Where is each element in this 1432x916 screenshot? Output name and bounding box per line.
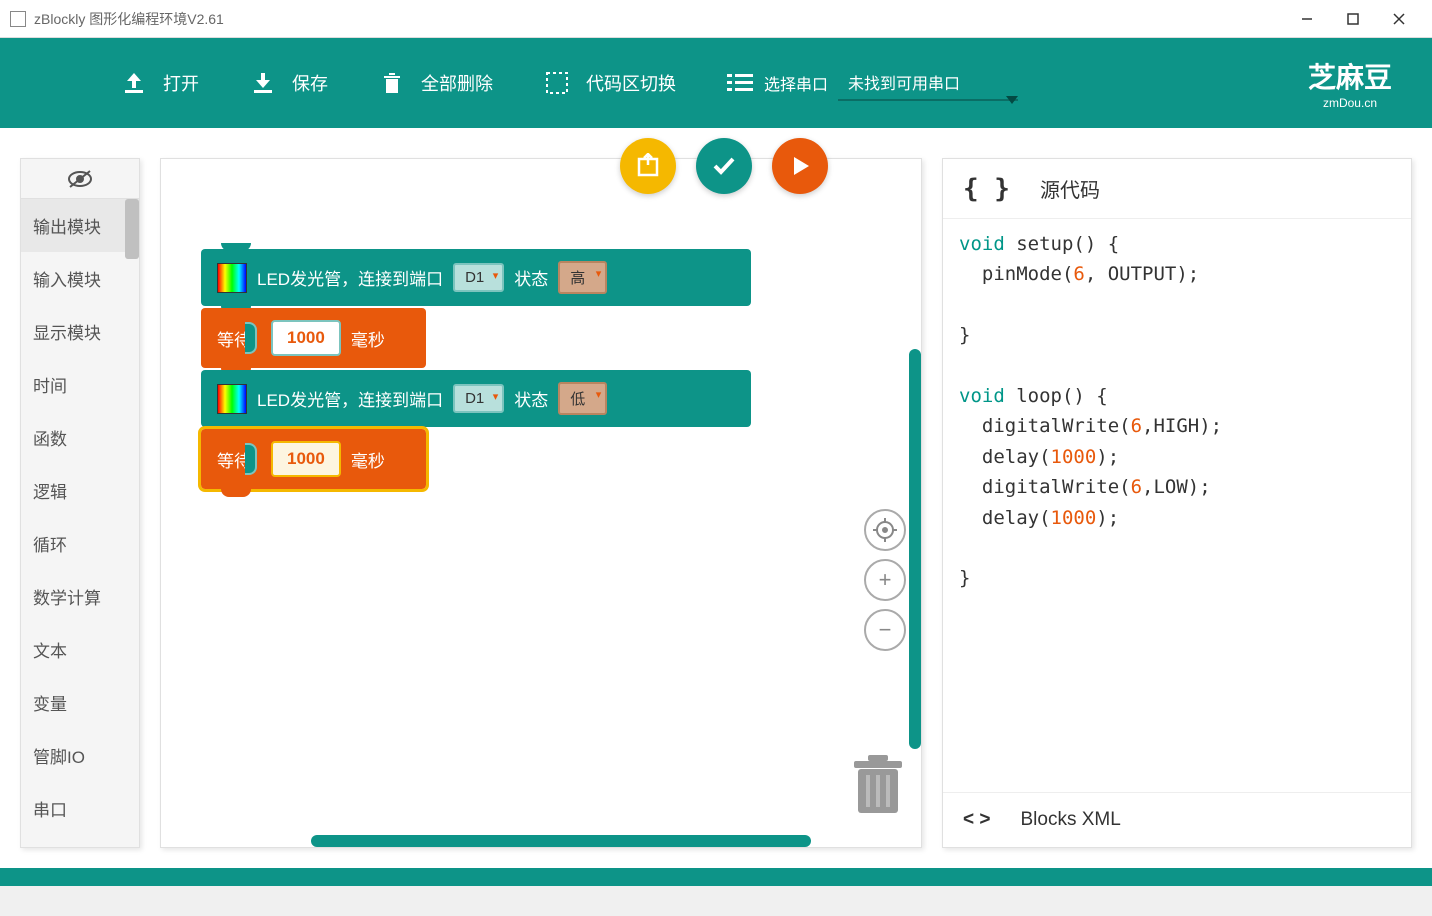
- logo: 芝麻豆 zmDou.cn: [1308, 56, 1392, 110]
- sidebar-item-time[interactable]: 时间: [21, 358, 139, 411]
- save-label: 保存: [292, 70, 328, 96]
- sidebar-item-display[interactable]: 显示模块: [21, 305, 139, 358]
- led-block-1[interactable]: LED发光管，连接到端口 D1 状态 高: [201, 249, 751, 306]
- open-label: 打开: [163, 70, 199, 96]
- port-status: 未找到可用串口: [848, 76, 960, 93]
- wait-block-2[interactable]: 等待 1000 毫秒: [201, 429, 426, 489]
- led-block-2[interactable]: LED发光管，连接到端口 D1 状态 低: [201, 370, 751, 427]
- wait-block-1[interactable]: 等待 1000 毫秒: [201, 308, 426, 368]
- logo-subtext: zmDou.cn: [1323, 96, 1377, 110]
- state-label: 状态: [514, 386, 548, 411]
- list-icon: [726, 69, 754, 97]
- action-buttons: [620, 138, 828, 194]
- led-icon: [217, 263, 247, 293]
- led-label: LED发光管，连接到端口: [257, 386, 443, 411]
- sidebar-list: 输出模块 输入模块 显示模块 时间 函数 逻辑 循环 数学计算 文本 变量 管脚…: [21, 199, 139, 847]
- toggle-code-button[interactable]: 代码区切换: [543, 69, 676, 97]
- wait-value-2[interactable]: 1000: [271, 441, 341, 477]
- angle-brackets-icon: < >: [963, 809, 990, 831]
- sidebar-item-serial[interactable]: 串口: [21, 782, 139, 835]
- sidebar-item-logic[interactable]: 逻辑: [21, 464, 139, 517]
- sidebar-item-loop[interactable]: 循环: [21, 517, 139, 570]
- sidebar-item-input[interactable]: 输入模块: [21, 252, 139, 305]
- led-label: LED发光管，连接到端口: [257, 265, 443, 290]
- upload-icon: [120, 69, 148, 97]
- save-button[interactable]: 保存: [249, 69, 328, 97]
- canvas-controls: + −: [864, 509, 906, 651]
- sidebar-item-variable[interactable]: 变量: [21, 676, 139, 729]
- port-selector[interactable]: 选择串口 未找到可用串口: [726, 65, 1018, 101]
- logo-text: 芝麻豆: [1308, 56, 1392, 96]
- app-icon: [10, 11, 26, 27]
- zoom-out-button[interactable]: −: [864, 609, 906, 651]
- blocks-xml-label: Blocks XML: [1020, 809, 1120, 831]
- eye-off-icon: [66, 169, 94, 189]
- toolbar: 打开 保存 全部删除 代码区切换 选择串口 未找到可用串口 芝麻豆 zmDou.…: [0, 38, 1432, 128]
- wait-unit: 毫秒: [351, 447, 385, 472]
- braces-icon: { }: [963, 174, 1010, 204]
- canvas-h-scrollbar[interactable]: [311, 835, 811, 847]
- sidebar-item-text[interactable]: 文本: [21, 623, 139, 676]
- category-sidebar: 输出模块 输入模块 显示模块 时间 函数 逻辑 循环 数学计算 文本 变量 管脚…: [20, 158, 140, 848]
- export-button[interactable]: [620, 138, 676, 194]
- state-dropdown-low[interactable]: 低: [558, 382, 607, 415]
- canvas-v-scrollbar[interactable]: [909, 349, 921, 749]
- visibility-toggle[interactable]: [21, 159, 139, 199]
- sidebar-item-pin-io[interactable]: 管脚IO: [21, 729, 139, 782]
- maximize-button[interactable]: [1330, 4, 1376, 34]
- block-canvas[interactable]: LED发光管，连接到端口 D1 状态 高 等待 1000 毫秒 LED发光管，连…: [160, 158, 922, 848]
- delete-all-label: 全部删除: [421, 70, 493, 96]
- port-dropdown-2[interactable]: D1: [453, 384, 504, 413]
- main-area: 输出模块 输入模块 显示模块 时间 函数 逻辑 循环 数学计算 文本 变量 管脚…: [0, 128, 1432, 868]
- minimize-button[interactable]: [1284, 4, 1330, 34]
- trash-can[interactable]: [850, 753, 906, 817]
- state-label: 状态: [514, 265, 548, 290]
- zoom-in-button[interactable]: +: [864, 559, 906, 601]
- code-body[interactable]: void setup() { pinMode(6, OUTPUT); } voi…: [943, 219, 1411, 792]
- download-icon: [249, 69, 277, 97]
- center-button[interactable]: [864, 509, 906, 551]
- code-panel: { } 源代码 void setup() { pinMode(6, OUTPUT…: [942, 158, 1412, 848]
- sidebar-item-math[interactable]: 数学计算: [21, 570, 139, 623]
- verify-button[interactable]: [696, 138, 752, 194]
- port-dropdown[interactable]: 未找到可用串口: [838, 65, 1018, 101]
- open-button[interactable]: 打开: [120, 69, 199, 97]
- window-title: zBlockly 图形化编程环境V2.61: [34, 9, 224, 29]
- delete-all-button[interactable]: 全部删除: [378, 69, 493, 97]
- close-button[interactable]: [1376, 4, 1422, 34]
- led-icon: [217, 384, 247, 414]
- toggle-icon: [543, 69, 571, 97]
- select-port-label: 选择串口: [764, 71, 828, 95]
- sidebar-item-function[interactable]: 函数: [21, 411, 139, 464]
- blocks-workspace: LED发光管，连接到端口 D1 状态 高 等待 1000 毫秒 LED发光管，连…: [201, 249, 751, 491]
- wait-value-1[interactable]: 1000: [271, 320, 341, 356]
- toggle-code-label: 代码区切换: [586, 70, 676, 96]
- sidebar-item-output[interactable]: 输出模块: [21, 199, 139, 252]
- code-title: 源代码: [1040, 174, 1100, 203]
- run-button[interactable]: [772, 138, 828, 194]
- code-header: { } 源代码: [943, 159, 1411, 219]
- status-bar: [0, 868, 1432, 886]
- code-footer[interactable]: < > Blocks XML: [943, 792, 1411, 847]
- trash-icon: [378, 69, 406, 97]
- port-dropdown-1[interactable]: D1: [453, 263, 504, 292]
- titlebar: zBlockly 图形化编程环境V2.61: [0, 0, 1432, 38]
- wait-unit: 毫秒: [351, 326, 385, 351]
- sidebar-scrollbar[interactable]: [125, 199, 139, 259]
- state-dropdown-high[interactable]: 高: [558, 261, 607, 294]
